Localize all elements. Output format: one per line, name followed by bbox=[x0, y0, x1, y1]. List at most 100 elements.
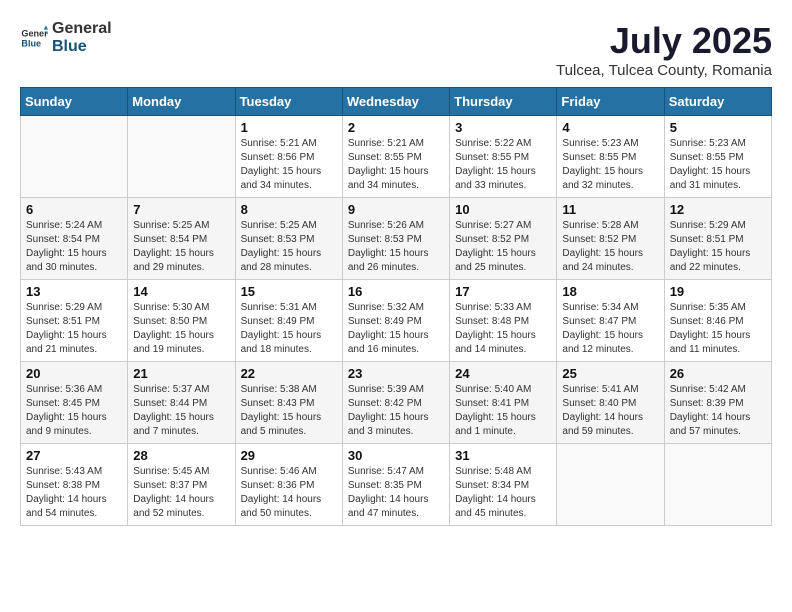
calendar-day-cell: 12Sunrise: 5:29 AM Sunset: 8:51 PM Dayli… bbox=[664, 198, 771, 280]
calendar-day-cell: 20Sunrise: 5:36 AM Sunset: 8:45 PM Dayli… bbox=[21, 362, 128, 444]
day-number: 22 bbox=[241, 366, 337, 381]
day-info: Sunrise: 5:41 AM Sunset: 8:40 PM Dayligh… bbox=[562, 383, 658, 439]
day-number: 30 bbox=[348, 448, 444, 463]
day-number: 9 bbox=[348, 202, 444, 217]
day-number: 15 bbox=[241, 284, 337, 299]
calendar-day-cell: 19 Sunrise: 5:35 AM Sunset: 8:46 PM Dayli… bbox=[664, 280, 771, 362]
day-number: 25 bbox=[562, 366, 658, 381]
day-info: Sunrise: 5:43 AM Sunset: 8:38 PM Dayligh… bbox=[26, 465, 122, 521]
svg-text:Blue: Blue bbox=[21, 38, 41, 48]
day-number: 14 bbox=[133, 284, 229, 299]
day-of-week-header: Thursday bbox=[450, 88, 557, 116]
day-number: 18 bbox=[562, 284, 658, 299]
calendar-day-cell: 21Sunrise: 5:37 AM Sunset: 8:44 PM Dayli… bbox=[128, 362, 235, 444]
day-number: 17 bbox=[455, 284, 551, 299]
calendar-day-cell: 9 Sunrise: 5:26 AM Sunset: 8:53 PM Daylig… bbox=[342, 198, 449, 280]
day-info: Sunrise: 5:30 AM Sunset: 8:50 PM Dayligh… bbox=[133, 301, 229, 357]
day-number: 7 bbox=[133, 202, 229, 217]
calendar-day-cell: 30 Sunrise: 5:47 AM Sunset: 8:35 PM Dayli… bbox=[342, 444, 449, 526]
calendar-day-cell bbox=[128, 116, 235, 198]
day-number: 29 bbox=[241, 448, 337, 463]
day-info: Sunrise: 5:39 AM Sunset: 8:42 PM Dayligh… bbox=[348, 383, 444, 439]
calendar-day-cell bbox=[21, 116, 128, 198]
day-info: Sunrise: 5:34 AM Sunset: 8:47 PM Dayligh… bbox=[562, 301, 658, 357]
calendar-day-cell: 23 Sunrise: 5:39 AM Sunset: 8:42 PM Dayli… bbox=[342, 362, 449, 444]
calendar-day-cell bbox=[664, 444, 771, 526]
calendar-day-cell: 17Sunrise: 5:33 AM Sunset: 8:48 PM Dayli… bbox=[450, 280, 557, 362]
day-of-week-header: Tuesday bbox=[235, 88, 342, 116]
day-info: Sunrise: 5:23 AM Sunset: 8:55 PM Dayligh… bbox=[670, 137, 766, 193]
calendar-day-cell: 4Sunrise: 5:23 AM Sunset: 8:55 PM Daylig… bbox=[557, 116, 664, 198]
calendar-day-cell bbox=[557, 444, 664, 526]
day-number: 12 bbox=[670, 202, 766, 217]
day-info: Sunrise: 5:35 AM Sunset: 8:46 PM Dayligh… bbox=[670, 301, 766, 357]
day-info: Sunrise: 5:29 AM Sunset: 8:51 PM Dayligh… bbox=[26, 301, 122, 357]
day-number: 26 bbox=[670, 366, 766, 381]
calendar-day-cell: 11 Sunrise: 5:28 AM Sunset: 8:52 PM Dayli… bbox=[557, 198, 664, 280]
day-number: 24 bbox=[455, 366, 551, 381]
day-of-week-header: Monday bbox=[128, 88, 235, 116]
logo-blue-text: Blue bbox=[52, 38, 112, 56]
day-info: Sunrise: 5:36 AM Sunset: 8:45 PM Dayligh… bbox=[26, 383, 122, 439]
calendar-header-row: SundayMondayTuesdayWednesdayThursdayFrid… bbox=[21, 88, 772, 116]
day-info: Sunrise: 5:42 AM Sunset: 8:39 PM Dayligh… bbox=[670, 383, 766, 439]
day-info: Sunrise: 5:31 AM Sunset: 8:49 PM Dayligh… bbox=[241, 301, 337, 357]
day-info: Sunrise: 5:25 AM Sunset: 8:54 PM Dayligh… bbox=[133, 219, 229, 275]
calendar-day-cell: 25 Sunrise: 5:41 AM Sunset: 8:40 PM Dayli… bbox=[557, 362, 664, 444]
day-info: Sunrise: 5:37 AM Sunset: 8:44 PM Dayligh… bbox=[133, 383, 229, 439]
logo-general-text: General bbox=[52, 20, 112, 38]
day-number: 31 bbox=[455, 448, 551, 463]
calendar-day-cell: 28Sunrise: 5:45 AM Sunset: 8:37 PM Dayli… bbox=[128, 444, 235, 526]
calendar-day-cell: 24 Sunrise: 5:40 AM Sunset: 8:41 PM Dayli… bbox=[450, 362, 557, 444]
day-number: 23 bbox=[348, 366, 444, 381]
logo: General Blue General Blue bbox=[20, 20, 112, 55]
page-header: General Blue General Blue July 2025 Tulc… bbox=[20, 20, 772, 79]
calendar-week-row: 6Sunrise: 5:24 AM Sunset: 8:54 PM Daylig… bbox=[21, 198, 772, 280]
day-number: 5 bbox=[670, 120, 766, 135]
day-number: 8 bbox=[241, 202, 337, 217]
calendar-day-cell: 22 Sunrise: 5:38 AM Sunset: 8:43 PM Dayli… bbox=[235, 362, 342, 444]
calendar-day-cell: 29 Sunrise: 5:46 AM Sunset: 8:36 PM Dayli… bbox=[235, 444, 342, 526]
day-number: 13 bbox=[26, 284, 122, 299]
day-info: Sunrise: 5:26 AM Sunset: 8:53 PM Dayligh… bbox=[348, 219, 444, 275]
calendar-day-cell: 13 Sunrise: 5:29 AM Sunset: 8:51 PM Dayli… bbox=[21, 280, 128, 362]
calendar-day-cell: 3Sunrise: 5:22 AM Sunset: 8:55 PM Daylig… bbox=[450, 116, 557, 198]
day-info: Sunrise: 5:27 AM Sunset: 8:52 PM Dayligh… bbox=[455, 219, 551, 275]
calendar-day-cell: 7 Sunrise: 5:25 AM Sunset: 8:54 PM Daylig… bbox=[128, 198, 235, 280]
calendar-day-cell: 5 Sunrise: 5:23 AM Sunset: 8:55 PM Daylig… bbox=[664, 116, 771, 198]
day-number: 19 bbox=[670, 284, 766, 299]
day-of-week-header: Wednesday bbox=[342, 88, 449, 116]
svg-text:General: General bbox=[21, 28, 48, 38]
day-number: 10 bbox=[455, 202, 551, 217]
month-title: July 2025 bbox=[556, 20, 772, 62]
day-info: Sunrise: 5:47 AM Sunset: 8:35 PM Dayligh… bbox=[348, 465, 444, 521]
generalblue-logo-icon: General Blue bbox=[20, 24, 48, 52]
calendar-day-cell: 27 Sunrise: 5:43 AM Sunset: 8:38 PM Dayli… bbox=[21, 444, 128, 526]
day-number: 27 bbox=[26, 448, 122, 463]
day-of-week-header: Friday bbox=[557, 88, 664, 116]
calendar-table: SundayMondayTuesdayWednesdayThursdayFrid… bbox=[20, 87, 772, 526]
title-block: July 2025 Tulcea, Tulcea County, Romania bbox=[556, 20, 772, 79]
calendar-day-cell: 31Sunrise: 5:48 AM Sunset: 8:34 PM Dayli… bbox=[450, 444, 557, 526]
calendar-day-cell: 14 Sunrise: 5:30 AM Sunset: 8:50 PM Dayli… bbox=[128, 280, 235, 362]
calendar-day-cell: 15 Sunrise: 5:31 AM Sunset: 8:49 PM Dayli… bbox=[235, 280, 342, 362]
day-info: Sunrise: 5:21 AM Sunset: 8:55 PM Dayligh… bbox=[348, 137, 444, 193]
calendar-week-row: 1Sunrise: 5:21 AM Sunset: 8:56 PM Daylig… bbox=[21, 116, 772, 198]
calendar-day-cell: 26 Sunrise: 5:42 AM Sunset: 8:39 PM Dayli… bbox=[664, 362, 771, 444]
calendar-week-row: 13 Sunrise: 5:29 AM Sunset: 8:51 PM Dayli… bbox=[21, 280, 772, 362]
day-info: Sunrise: 5:28 AM Sunset: 8:52 PM Dayligh… bbox=[562, 219, 658, 275]
day-info: Sunrise: 5:46 AM Sunset: 8:36 PM Dayligh… bbox=[241, 465, 337, 521]
day-info: Sunrise: 5:40 AM Sunset: 8:41 PM Dayligh… bbox=[455, 383, 551, 439]
day-number: 11 bbox=[562, 202, 658, 217]
day-info: Sunrise: 5:38 AM Sunset: 8:43 PM Dayligh… bbox=[241, 383, 337, 439]
day-of-week-header: Sunday bbox=[21, 88, 128, 116]
calendar-day-cell: 6Sunrise: 5:24 AM Sunset: 8:54 PM Daylig… bbox=[21, 198, 128, 280]
day-info: Sunrise: 5:32 AM Sunset: 8:49 PM Dayligh… bbox=[348, 301, 444, 357]
calendar-week-row: 27 Sunrise: 5:43 AM Sunset: 8:38 PM Dayli… bbox=[21, 444, 772, 526]
day-info: Sunrise: 5:45 AM Sunset: 8:37 PM Dayligh… bbox=[133, 465, 229, 521]
day-of-week-header: Saturday bbox=[664, 88, 771, 116]
calendar-day-cell: 16Sunrise: 5:32 AM Sunset: 8:49 PM Dayli… bbox=[342, 280, 449, 362]
calendar-day-cell: 10 Sunrise: 5:27 AM Sunset: 8:52 PM Dayli… bbox=[450, 198, 557, 280]
calendar-day-cell: 18 Sunrise: 5:34 AM Sunset: 8:47 PM Dayli… bbox=[557, 280, 664, 362]
day-number: 6 bbox=[26, 202, 122, 217]
